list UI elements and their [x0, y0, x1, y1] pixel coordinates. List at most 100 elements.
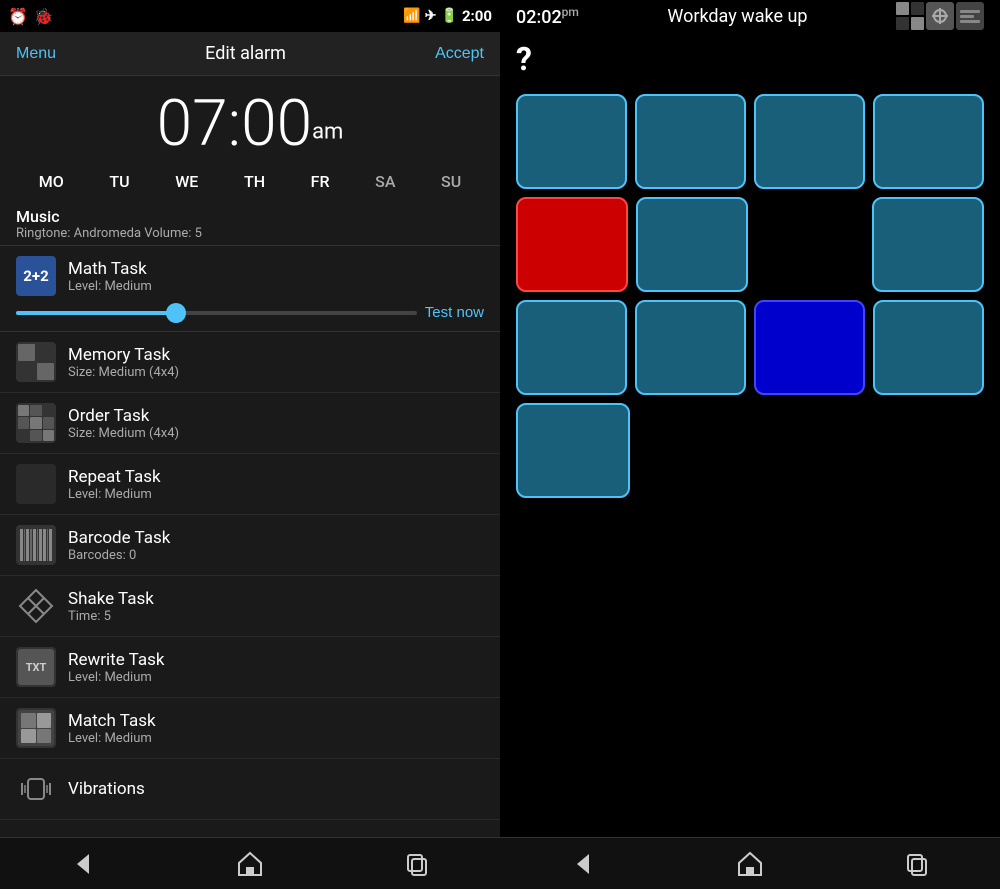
rewrite-task-item[interactable]: TXT Rewrite Task Level: Medium — [0, 637, 500, 698]
music-title: Music — [16, 207, 484, 226]
grid-cell-2-3[interactable] — [873, 300, 984, 395]
grid-cell-3-2 — [756, 403, 866, 498]
rewrite-icon: TXT — [16, 647, 56, 687]
day-mo[interactable]: MO — [39, 172, 64, 191]
day-fr[interactable]: FR — [311, 172, 330, 191]
order-task-item[interactable]: Order Task Size: Medium (4x4) — [0, 393, 500, 454]
rewrite-task-detail: Level: Medium — [68, 670, 484, 685]
left-status-bar: ⏰ 🐞 📶 ✈ 🔋 2:00 — [0, 0, 500, 32]
accept-button[interactable]: Accept — [435, 45, 484, 63]
time-display: 07:00am — [0, 76, 500, 166]
right-home-button[interactable] — [720, 844, 780, 884]
grid-cell-0-0[interactable] — [516, 94, 627, 189]
menu-button[interactable]: Menu — [16, 45, 56, 63]
grid-cell-1-2 — [756, 197, 864, 292]
math-task-header: 2+2 Math Task Level: Medium — [0, 246, 500, 300]
vibrations-name: Vibrations — [68, 779, 484, 799]
vibrations-item[interactable]: Vibrations — [0, 759, 500, 820]
repeat-icon — [16, 464, 56, 504]
day-sa[interactable]: SA — [375, 172, 395, 191]
pattern-icon-3 — [956, 2, 984, 30]
right-status-icons — [896, 2, 984, 30]
music-subtitle: Ringtone: Andromeda Volume: 5 — [16, 226, 484, 241]
right-back-button[interactable] — [553, 844, 613, 884]
plane-icon: ✈ — [425, 8, 437, 24]
top-nav: Menu Edit alarm Accept — [0, 32, 500, 76]
order-task-detail: Size: Medium (4x4) — [68, 426, 484, 441]
music-section[interactable]: Music Ringtone: Andromeda Volume: 5 — [0, 197, 500, 246]
grid-cell-2-1[interactable] — [635, 300, 746, 395]
match-task-detail: Level: Medium — [68, 731, 484, 746]
bug-icon: 🐞 — [34, 7, 54, 26]
match-task-item[interactable]: Match Task Level: Medium — [0, 698, 500, 759]
grid-cell-3-0[interactable] — [516, 403, 630, 498]
day-th[interactable]: TH — [244, 172, 265, 191]
day-tu[interactable]: TU — [109, 172, 129, 191]
order-icon — [16, 403, 56, 443]
grid-cell-3-1 — [638, 403, 748, 498]
barcode-task-item[interactable]: Barcode Task Barcodes: 0 — [0, 515, 500, 576]
alarm-ampm: am — [312, 120, 343, 145]
math-slider-track[interactable] — [16, 311, 417, 315]
question-mark: ? — [516, 40, 532, 78]
alarm-time[interactable]: 07:00 — [157, 86, 312, 161]
right-time: 02:02pm — [516, 7, 579, 28]
pattern-icon-1 — [896, 2, 924, 30]
test-now-button[interactable]: Test now — [425, 304, 484, 321]
grid-cell-1-3[interactable] — [872, 197, 984, 292]
order-task-info: Order Task Size: Medium (4x4) — [68, 406, 484, 441]
memory-task-info: Memory Task Size: Medium (4x4) — [68, 345, 484, 380]
repeat-task-item[interactable]: Repeat Task Level: Medium — [0, 454, 500, 515]
shake-icon — [16, 586, 56, 626]
right-panel: 02:02pm Workday wake up — [500, 0, 1000, 889]
pattern-icon-2 — [926, 2, 954, 30]
math-task-info: Math Task Level: Medium — [68, 259, 484, 294]
rewrite-task-name: Rewrite Task — [68, 650, 484, 670]
right-alarm-title: Workday wake up — [667, 6, 807, 27]
math-slider-fill — [16, 311, 176, 315]
back-button[interactable] — [53, 844, 113, 884]
grid-cell-0-1[interactable] — [635, 94, 746, 189]
math-slider-row: Test now — [0, 300, 500, 332]
recent-button[interactable] — [387, 844, 447, 884]
repeat-task-detail: Level: Medium — [68, 487, 484, 502]
barcode-icon — [16, 525, 56, 565]
repeat-task-name: Repeat Task — [68, 467, 484, 487]
grid-row-2 — [516, 300, 984, 395]
shake-task-info: Shake Task Time: 5 — [68, 589, 484, 624]
grid-row-0 — [516, 94, 984, 189]
shake-task-item[interactable]: Shake Task Time: 5 — [0, 576, 500, 637]
barcode-task-name: Barcode Task — [68, 528, 484, 548]
right-time-display: 02:02pm — [516, 5, 579, 28]
tasks-list: 2+2 Math Task Level: Medium Test now — [0, 246, 500, 837]
match-icon — [16, 708, 56, 748]
shake-task-detail: Time: 5 — [68, 609, 484, 624]
day-we[interactable]: WE — [175, 172, 198, 191]
edit-alarm-title: Edit alarm — [205, 43, 286, 64]
day-su[interactable]: SU — [441, 172, 461, 191]
right-ampm: pm — [562, 5, 579, 19]
memory-icon — [16, 342, 56, 382]
math-slider-thumb[interactable] — [166, 303, 186, 323]
alarm-icon: ⏰ — [8, 7, 28, 26]
right-recent-button[interactable] — [887, 844, 947, 884]
grid-cell-2-2[interactable] — [754, 300, 865, 395]
memory-task-detail: Size: Medium (4x4) — [68, 365, 484, 380]
math-task-section[interactable]: 2+2 Math Task Level: Medium Test now — [0, 246, 500, 332]
grid-cell-1-1[interactable] — [636, 197, 748, 292]
math-task-name: Math Task — [68, 259, 484, 279]
grid-row-3 — [516, 403, 984, 498]
barcode-task-info: Barcode Task Barcodes: 0 — [68, 528, 484, 563]
days-row: MO TU WE TH FR SA SU — [0, 166, 500, 197]
memory-grid[interactable] — [500, 86, 1000, 837]
grid-cell-3-3 — [874, 403, 984, 498]
math-task-detail: Level: Medium — [68, 279, 484, 294]
home-button[interactable] — [220, 844, 280, 884]
status-bar-left-icons: ⏰ 🐞 — [8, 7, 54, 26]
wifi-icon: 📶 — [403, 8, 420, 24]
grid-cell-2-0[interactable] — [516, 300, 627, 395]
grid-cell-0-2[interactable] — [754, 94, 865, 189]
grid-cell-0-3[interactable] — [873, 94, 984, 189]
memory-task-item[interactable]: Memory Task Size: Medium (4x4) — [0, 332, 500, 393]
grid-cell-1-0[interactable] — [516, 197, 628, 292]
